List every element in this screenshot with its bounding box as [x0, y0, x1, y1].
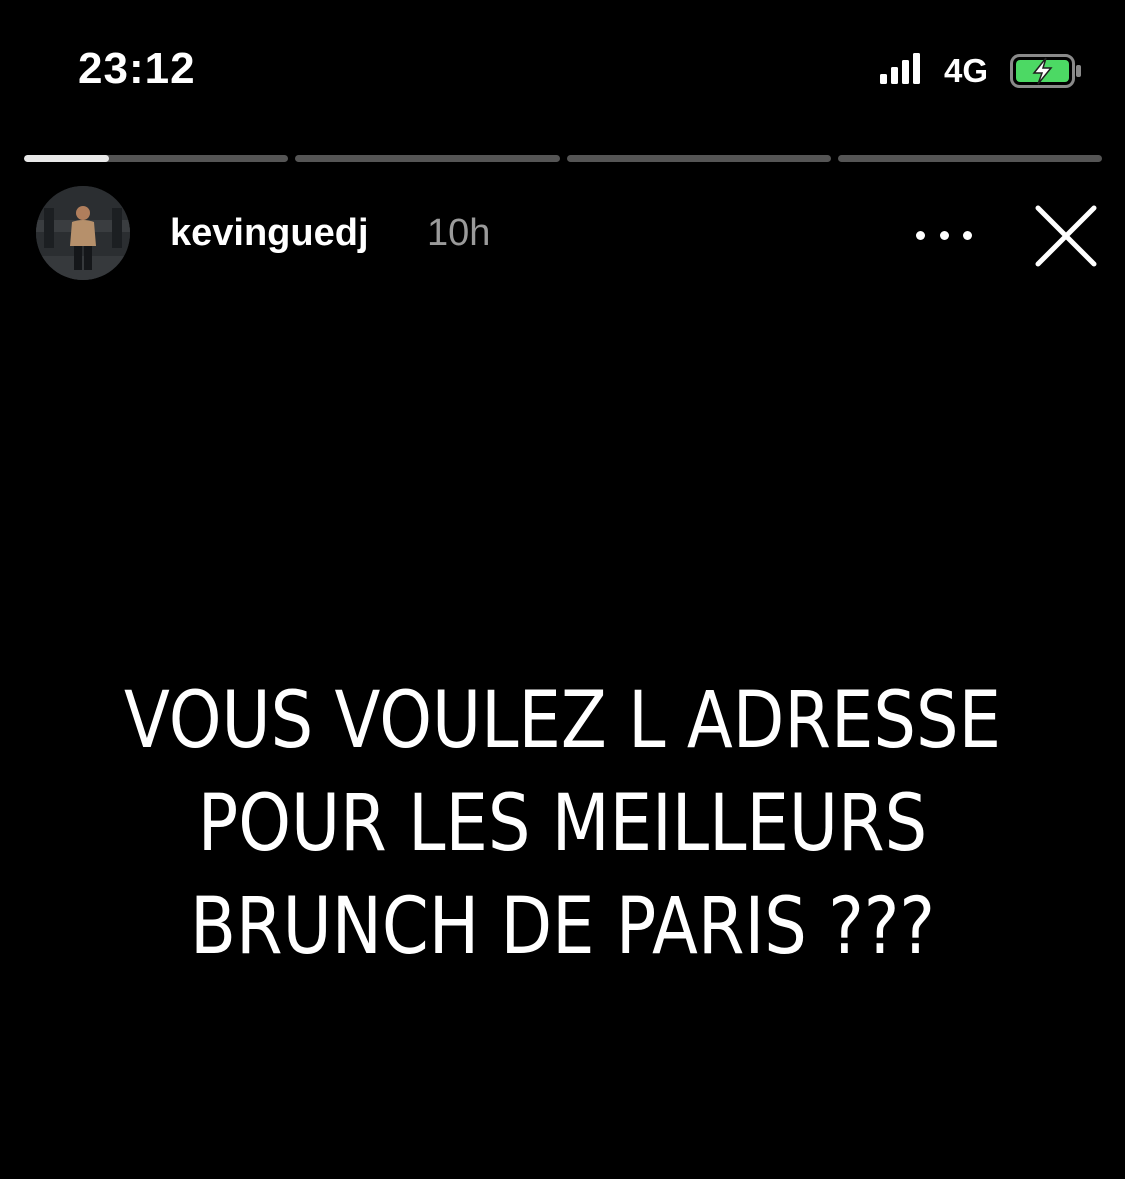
more-horizontal-icon [916, 230, 925, 240]
story-username[interactable]: kevinguedj [170, 212, 369, 255]
more-dot [939, 230, 949, 240]
story-text: VOUS VOULEZ L ADRESSE POUR LES MEILLEURS… [0, 670, 1125, 979]
story-text-line: POUR LES MEILLEURS [197, 779, 928, 869]
profile-photo [36, 186, 130, 280]
story-time-ago: 10h [427, 212, 491, 254]
status-bar: 23:12 4G [0, 0, 1125, 130]
progress-segment [837, 155, 1102, 162]
progress-fill [24, 155, 109, 162]
progress-segment [566, 155, 831, 162]
close-icon[interactable] [1028, 198, 1104, 274]
progress-segment [24, 155, 289, 162]
network-type: 4G [944, 52, 989, 89]
cellular-signal-icon [880, 53, 920, 84]
story-text-line: VOUS VOULEZ L ADRESSE [124, 676, 1001, 766]
battery-charging-icon [1010, 54, 1081, 88]
more-options-button[interactable] [916, 218, 972, 252]
avatar[interactable] [36, 186, 130, 280]
progress-segment [295, 155, 560, 162]
status-time: 23:12 [78, 44, 196, 93]
more-dot [963, 230, 972, 240]
story-progress-bar [24, 155, 1102, 162]
story-text-line: BRUNCH DE PARIS ??? [189, 882, 936, 972]
